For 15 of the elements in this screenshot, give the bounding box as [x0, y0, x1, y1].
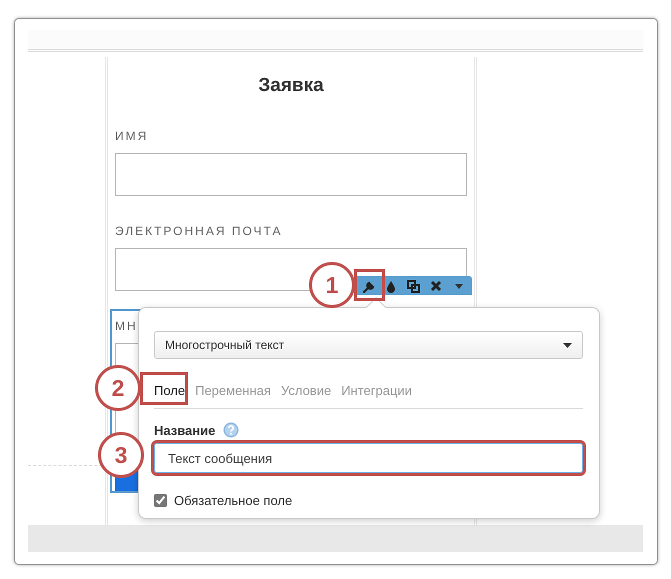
input-field[interactable]	[115, 152, 467, 196]
form-title: Заявка	[257, 75, 325, 98]
caret-icon	[563, 342, 572, 348]
field-label: Название	[154, 422, 216, 440]
tab[interactable]: Поле	[154, 381, 192, 400]
checkbox[interactable]	[154, 494, 167, 508]
type-select[interactable]: Многострочный текст	[154, 331, 583, 359]
checkbox-label: Обязательное поле	[174, 492, 292, 510]
field-label: ИМЯ	[115, 128, 148, 143]
highlight-frame	[140, 372, 188, 405]
field-label: ЭЛЕКТРОННАЯ ПОЧТА	[115, 224, 282, 238]
field-label: МН	[115, 318, 138, 333]
copy-icon[interactable]	[406, 278, 420, 292]
input-field[interactable]: Текст сообщения	[154, 443, 583, 473]
close-icon[interactable]	[429, 278, 444, 292]
